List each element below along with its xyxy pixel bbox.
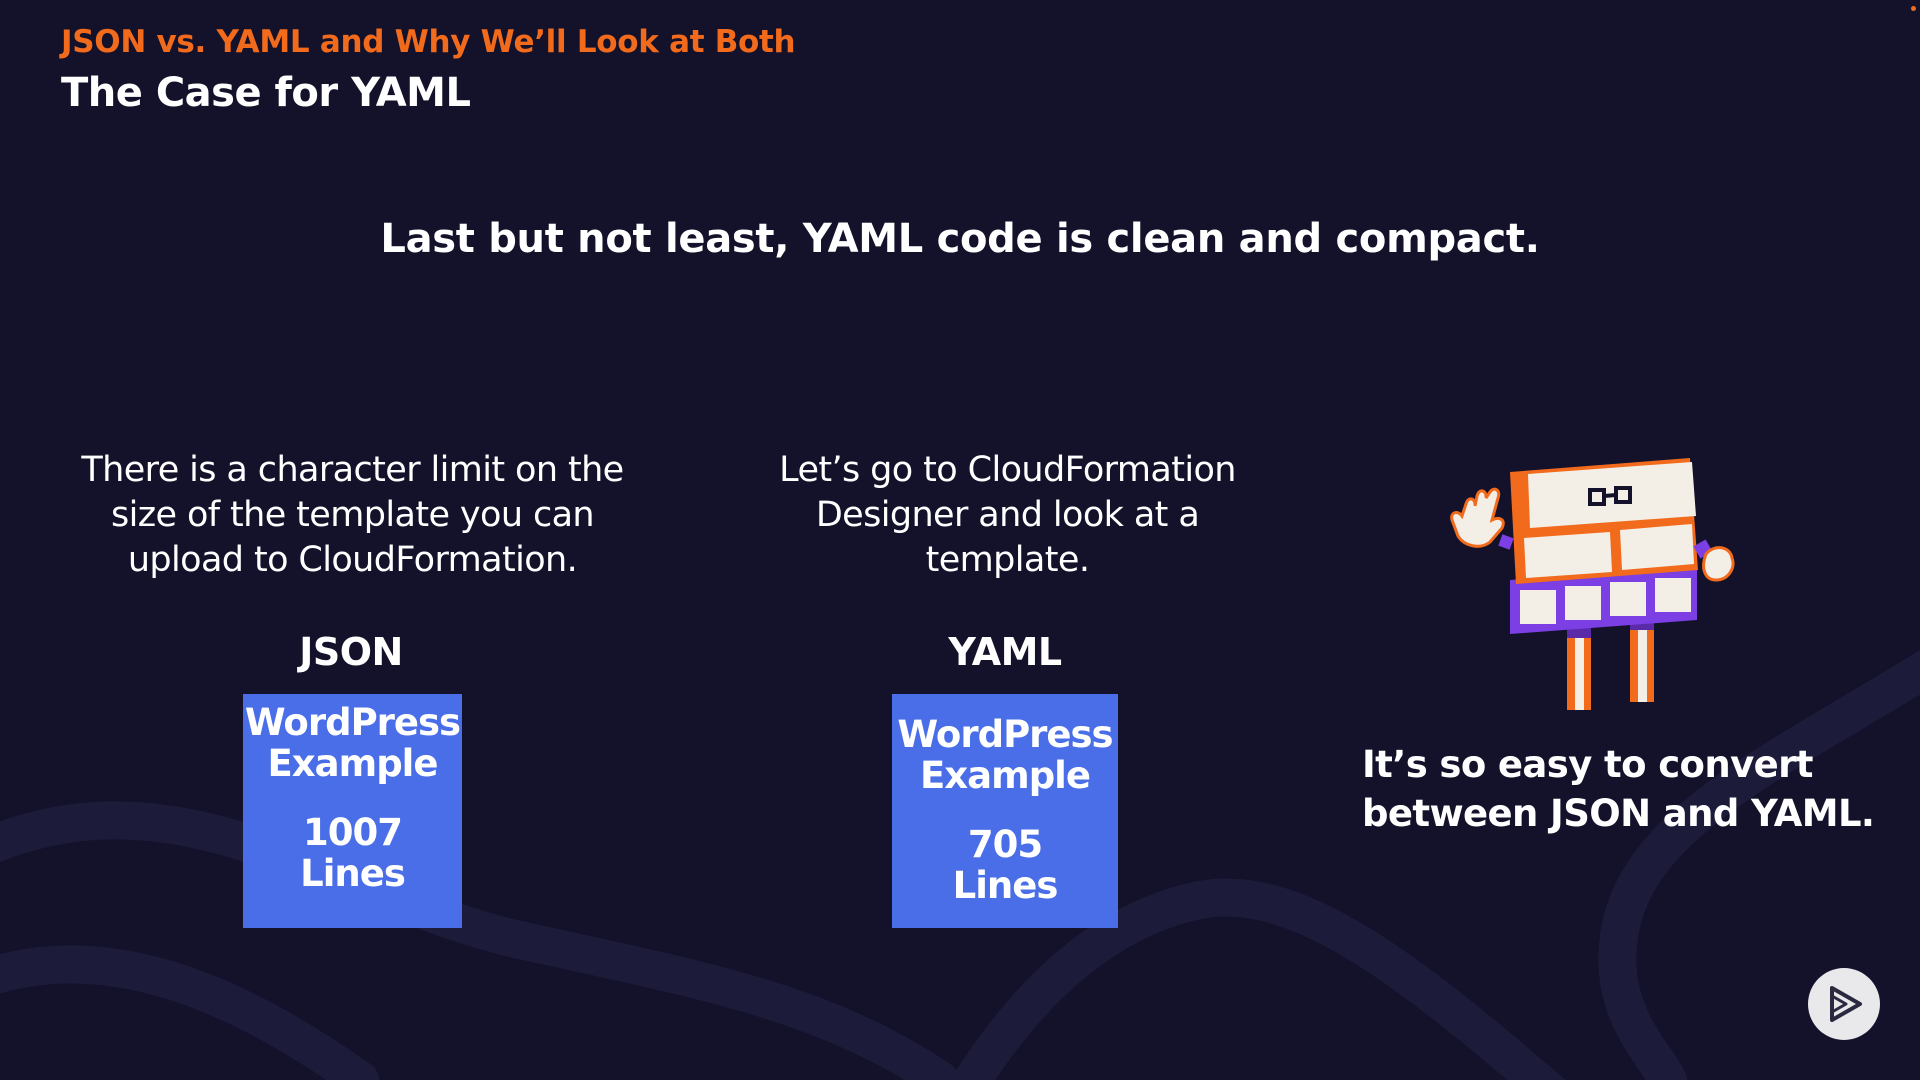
yaml-wordpress-card: WordPress Example 705 Lines	[892, 694, 1118, 928]
conversion-note: It’s so easy to convert between JSON and…	[1362, 740, 1875, 838]
note-line: size of the template you can	[110, 495, 595, 535]
character-limit-note: There is a character limit on the size o…	[80, 448, 625, 583]
line-count: 705	[967, 823, 1043, 866]
note-line: Let’s go to CloudFormation	[779, 450, 1236, 490]
line-unit: Lines	[952, 864, 1059, 907]
slide-headline: Last but not least, YAML code is clean a…	[380, 216, 1540, 262]
card-title-line: WordPress	[244, 701, 461, 744]
corner-dot	[1911, 6, 1916, 11]
json-label: JSON	[299, 630, 403, 674]
mascot-illustration	[1450, 458, 1735, 710]
json-wordpress-card: WordPress Example 1007 Lines	[243, 694, 462, 928]
note-line: There is a character limit on the	[81, 450, 624, 490]
card-title-line: Example	[920, 754, 1091, 797]
note-line: upload to CloudFormation.	[127, 540, 578, 580]
note-line: template.	[925, 540, 1090, 580]
line-count: 1007	[303, 811, 403, 854]
card-title-line: Example	[267, 742, 439, 785]
note-line: Designer and look at a	[815, 495, 1200, 535]
designer-note: Let’s go to CloudFormation Designer and …	[740, 448, 1275, 583]
line-unit: Lines	[300, 852, 406, 895]
card-title-line: WordPress	[897, 713, 1113, 756]
note-line: It’s so easy to convert	[1362, 743, 1813, 786]
slide-title: The Case for YAML	[61, 70, 471, 116]
yaml-label: YAML	[948, 630, 1062, 674]
section-kicker: JSON vs. YAML and Why We’ll Look at Both	[61, 24, 796, 60]
play-logo-button[interactable]	[1808, 968, 1880, 1040]
play-logo-icon	[1830, 986, 1862, 1022]
note-line: between JSON and YAML.	[1362, 792, 1875, 835]
